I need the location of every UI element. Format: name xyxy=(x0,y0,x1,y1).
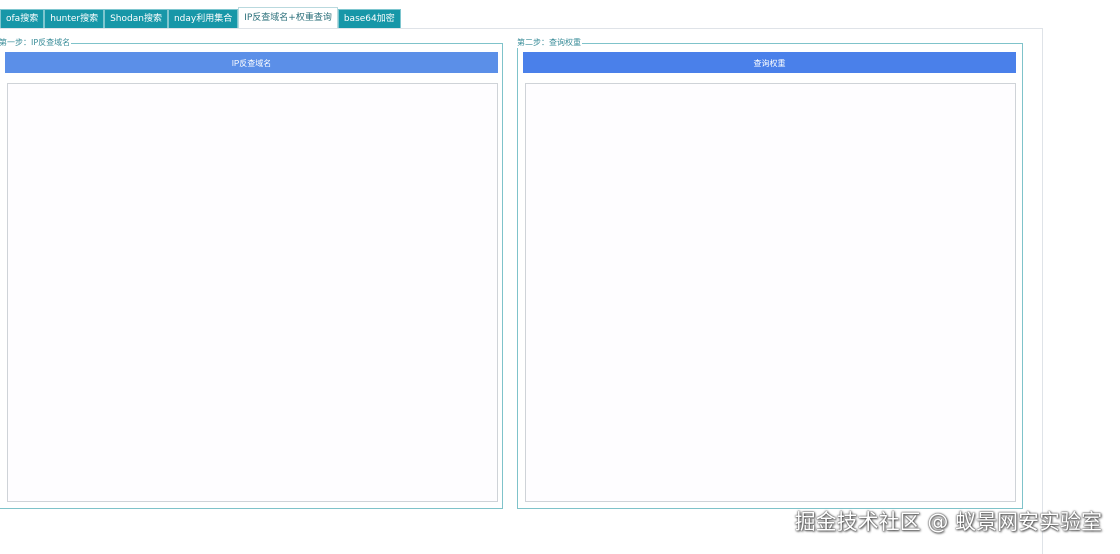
ip-reverse-domain-button[interactable]: IP反查域名 xyxy=(5,52,498,73)
tab-hunter-search[interactable]: hunter搜索 xyxy=(44,9,105,28)
step2-output-box[interactable] xyxy=(525,83,1016,502)
step2-legend: 第二步：查询权重 xyxy=(517,38,581,47)
tab-ip-reverse-domain-weight[interactable]: IP反查域名+权重查询 xyxy=(238,7,338,28)
step1-output-box[interactable] xyxy=(7,83,498,502)
step1-legend: 第一步：IP反查域名 xyxy=(0,38,71,47)
watermark-text: 掘金技术社区 @ 蚁景网安实验室 xyxy=(794,510,1102,534)
tab-shodan-search[interactable]: Shodan搜索 xyxy=(104,9,168,28)
query-weight-button[interactable]: 查询权重 xyxy=(523,52,1016,73)
tab-bar: ofa搜索 hunter搜索 Shodan搜索 nday利用集合 IP反查域名+… xyxy=(0,7,401,28)
tab-base64-encrypt[interactable]: base64加密 xyxy=(337,9,401,28)
tab-fofa-search[interactable]: ofa搜索 xyxy=(0,9,45,28)
tab-nday-exploits[interactable]: nday利用集合 xyxy=(167,9,239,28)
tab-content-panel: 第一步：IP反查域名 IP反查域名 第二步：查询权重 查询权重 xyxy=(0,28,1043,554)
